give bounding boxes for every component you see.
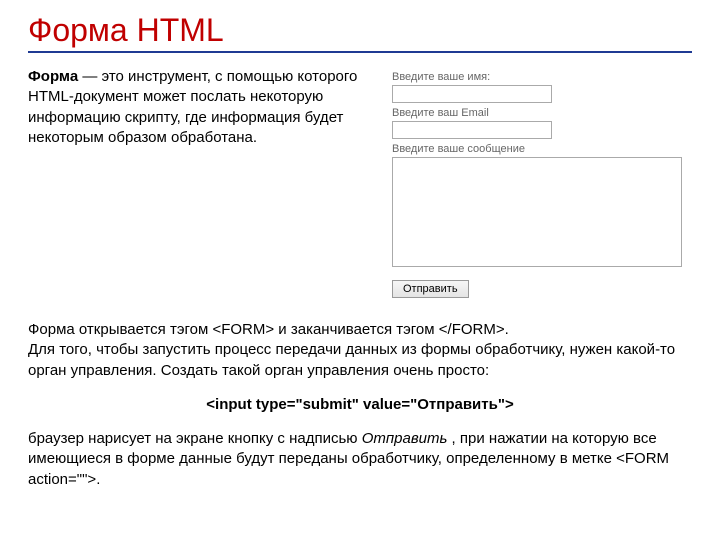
intro-lead: Форма bbox=[28, 68, 78, 85]
control-paragraph: Для того, чтобы запустить процесс переда… bbox=[28, 340, 692, 381]
p1-c: . bbox=[505, 321, 509, 338]
title-rule bbox=[28, 51, 692, 53]
p1-a: Форма открывается тэгом bbox=[28, 321, 212, 338]
form-tag-paragraph: Форма открывается тэгом <FORM> и заканчи… bbox=[28, 320, 692, 340]
intro-paragraph: Форма — это инструмент, с помощью которо… bbox=[28, 67, 368, 298]
form-preview: Введите ваше имя: Введите ваш Email Введ… bbox=[392, 67, 692, 298]
message-label: Введите ваше сообщение bbox=[392, 143, 692, 155]
code-example: <input type="submit" value="Отправить"> bbox=[28, 395, 692, 415]
p1-tag-close: </FORM> bbox=[439, 321, 505, 338]
p1-tag-open: <FORM> bbox=[212, 321, 274, 338]
name-label: Введите ваше имя: bbox=[392, 71, 692, 83]
name-input[interactable] bbox=[392, 85, 552, 103]
p3-a: браузер нарисует на экране кнопку с надп… bbox=[28, 430, 362, 447]
email-label: Введите ваш Email bbox=[392, 107, 692, 119]
p3-c: . bbox=[96, 471, 100, 488]
message-textarea[interactable] bbox=[392, 157, 682, 267]
intro-rest: — это инструмент, с помощью которого HTM… bbox=[28, 68, 357, 146]
email-input[interactable] bbox=[392, 121, 552, 139]
submit-button[interactable]: Отправить bbox=[392, 280, 469, 298]
browser-paragraph: браузер нарисует на экране кнопку с надп… bbox=[28, 429, 692, 490]
p1-b: и заканчивается тэгом bbox=[274, 321, 439, 338]
p3-btn-word: Отправить bbox=[362, 430, 448, 447]
page-title: Форма HTML bbox=[28, 12, 692, 49]
